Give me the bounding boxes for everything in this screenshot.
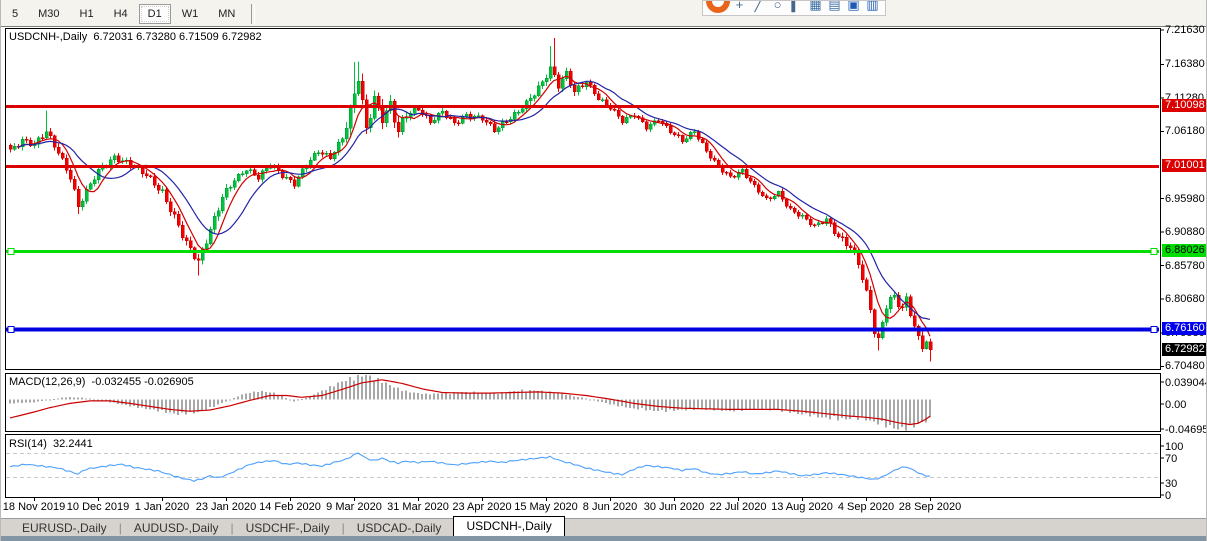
macd-tick-label: 0.00 bbox=[1165, 399, 1186, 411]
date-tick-label: 1 Jan 2020 bbox=[135, 501, 189, 513]
date-tick-label: 4 Sep 2020 bbox=[838, 501, 894, 513]
chart-canvas[interactable] bbox=[0, 0, 1207, 541]
date-tick-label: 15 May 2020 bbox=[514, 501, 578, 513]
ohlc-values: 6.72031 6.73280 6.71509 6.72982 bbox=[93, 31, 261, 43]
symbol-period-label: USDCNH-,Daily bbox=[9, 31, 87, 43]
window-bottom-edge bbox=[0, 536, 1207, 541]
hline-handle[interactable] bbox=[8, 327, 14, 333]
price-level-badge: 6.88026 bbox=[1162, 244, 1207, 257]
price-tick-label: 7.06180 bbox=[1165, 125, 1205, 137]
date-tick-label: 10 Dec 2019 bbox=[67, 501, 129, 513]
price-tick-label: 6.70480 bbox=[1165, 360, 1205, 372]
hline-handle[interactable] bbox=[1151, 249, 1157, 255]
rsi-name: RSI(14) bbox=[9, 438, 47, 450]
price-tick-label: 6.80680 bbox=[1165, 293, 1205, 305]
date-tick-label: 22 Jul 2020 bbox=[710, 501, 767, 513]
date-tick-label: 8 Jun 2020 bbox=[583, 501, 637, 513]
price-level-badge: 6.72982 bbox=[1162, 343, 1207, 356]
chart-tab-usdcad[interactable]: USDCAD-,Daily bbox=[345, 520, 454, 536]
macd-tick-label: 0.039044 bbox=[1165, 377, 1207, 389]
rsi-tick-label: 0 bbox=[1165, 490, 1171, 502]
rsi-tick-label: 70 bbox=[1165, 453, 1177, 465]
rsi-tick-label: 30 bbox=[1165, 478, 1177, 490]
price-tick-label: 7.21630 bbox=[1165, 24, 1205, 36]
macd-tick-label: -0.046955 bbox=[1165, 424, 1207, 436]
date-tick-label: 18 Nov 2019 bbox=[3, 501, 65, 513]
macd-values: -0.032455 -0.026905 bbox=[92, 376, 194, 388]
date-tick-label: 9 Mar 2020 bbox=[326, 501, 382, 513]
chart-tab-audusd[interactable]: AUDUSD-,Daily bbox=[122, 520, 231, 536]
price-level-badge: 6.76160 bbox=[1162, 322, 1207, 335]
price-tick-label: 7.16380 bbox=[1165, 58, 1205, 70]
date-tick-label: 31 Mar 2020 bbox=[387, 501, 449, 513]
chart-tab-usdcnh[interactable]: USDCNH-,Daily bbox=[453, 516, 564, 537]
date-tick-label: 23 Apr 2020 bbox=[452, 501, 511, 513]
chart-tab-usdchf[interactable]: USDCHF-,Daily bbox=[234, 520, 342, 536]
macd-name: MACD(12,26,9) bbox=[9, 376, 85, 388]
price-level-badge: 7.01001 bbox=[1162, 159, 1207, 172]
chart-tab-eurusd[interactable]: EURUSD-,Daily bbox=[10, 520, 119, 536]
date-tick-label: 23 Jan 2020 bbox=[196, 501, 257, 513]
date-tick-label: 28 Sep 2020 bbox=[899, 501, 961, 513]
price-tick-label: 6.85780 bbox=[1165, 260, 1205, 272]
rsi-indicator-label: RSI(14) 32.2441 bbox=[9, 438, 93, 450]
macd-indicator-label: MACD(12,26,9) -0.032455 -0.026905 bbox=[9, 376, 194, 388]
rsi-tick-label: 100 bbox=[1165, 441, 1183, 453]
window-left-edge bbox=[0, 0, 1, 541]
price-level-badge: 7.10098 bbox=[1162, 99, 1207, 112]
price-tick-label: 6.90880 bbox=[1165, 226, 1205, 238]
hline-handle[interactable] bbox=[8, 249, 14, 255]
hline-handle[interactable] bbox=[1151, 327, 1157, 333]
chart-title: USDCNH-,Daily 6.72031 6.73280 6.71509 6.… bbox=[9, 31, 262, 43]
date-tick-label: 14 Feb 2020 bbox=[259, 501, 321, 513]
date-tick-label: 30 Jun 2020 bbox=[644, 501, 705, 513]
rsi-value: 32.2441 bbox=[53, 438, 93, 450]
price-tick-label: 6.95980 bbox=[1165, 193, 1205, 205]
date-tick-label: 13 Aug 2020 bbox=[771, 501, 833, 513]
chart-tab-bar: EURUSD-,Daily|AUDUSD-,Daily|USDCHF-,Dail… bbox=[0, 518, 1207, 536]
